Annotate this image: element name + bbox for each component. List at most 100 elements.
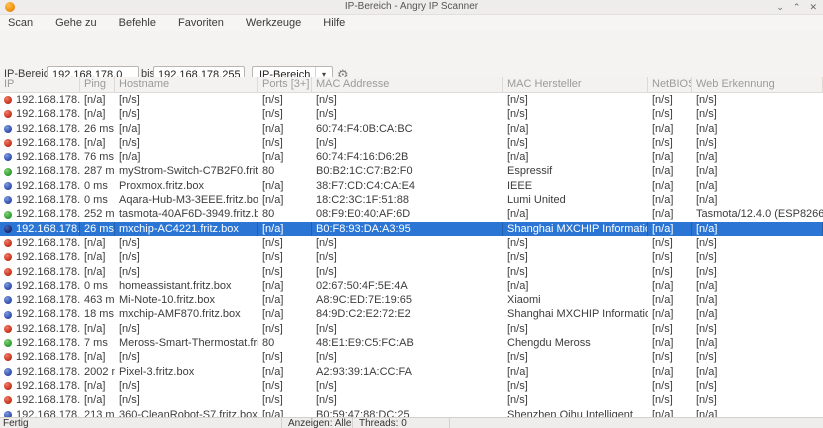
column-header-ip[interactable]: IP bbox=[0, 77, 80, 92]
cell-netbios: [n/a] bbox=[648, 193, 692, 207]
cell-web: [n/a] bbox=[692, 193, 823, 207]
column-header-vendor[interactable]: MAC Hersteller bbox=[503, 77, 648, 92]
cell-ip: 192.168.178.118 bbox=[0, 122, 80, 136]
cell-ports: [n/a] bbox=[258, 222, 312, 236]
cell-ports: [n/s] bbox=[258, 393, 312, 407]
cell-ports: [n/s] bbox=[258, 236, 312, 250]
table-row[interactable]: 192.168.178.128[n/a][n/s][n/s][n/s][n/s]… bbox=[0, 265, 823, 279]
column-header-ping[interactable]: Ping bbox=[80, 77, 115, 92]
table-row[interactable]: 192.168.178.127[n/a][n/s][n/s][n/s][n/s]… bbox=[0, 250, 823, 264]
cell-web: [n/s] bbox=[692, 393, 823, 407]
cell-hostname: [n/s] bbox=[115, 236, 258, 250]
table-row[interactable]: 192.168.178.1220 msProxmox.fritz.box[n/a… bbox=[0, 179, 823, 193]
column-header-web[interactable]: Web Erkennung bbox=[692, 77, 823, 92]
menu-item-favorites[interactable]: Favoriten bbox=[178, 17, 224, 29]
column-header-mac[interactable]: MAC Addresse bbox=[312, 77, 503, 92]
cell-netbios: [n/s] bbox=[648, 250, 692, 264]
cell-netbios: [n/a] bbox=[648, 336, 692, 350]
column-header-netbios[interactable]: NetBIOS Info bbox=[648, 77, 692, 92]
cell-mac: B0:F8:93:DA:A3:95 bbox=[312, 222, 503, 236]
cell-ip: 192.168.178.126 bbox=[0, 236, 80, 250]
cell-netbios: [n/s] bbox=[648, 322, 692, 336]
table-row[interactable]: 192.168.178.11826 ms[n/a][n/a]60:74:F4:0… bbox=[0, 122, 823, 136]
cell-ip: 192.168.178.136 bbox=[0, 379, 80, 393]
cell-vendor: Shanghai MXCHIP Information bbox=[503, 307, 648, 321]
cell-vendor: [n/s] bbox=[503, 250, 648, 264]
table-header: IPPingHostnamePorts [3+]MAC AddresseMAC … bbox=[0, 77, 823, 93]
table-row[interactable]: 192.168.178.12526 msmxchip-AC4221.fritz.… bbox=[0, 222, 823, 236]
column-header-hostname[interactable]: Hostname bbox=[115, 77, 258, 92]
cell-vendor: [n/a] bbox=[503, 207, 648, 221]
cell-netbios: [n/s] bbox=[648, 350, 692, 364]
cell-mac: [n/s] bbox=[312, 379, 503, 393]
angry-ip-scanner-window: IP-Bereich - Angry IP Scanner ⌄ ⌃ ✕ Scan… bbox=[0, 0, 823, 428]
cell-ports: [n/s] bbox=[258, 136, 312, 150]
table-row[interactable]: 192.168.178.121287 msmyStrom-Switch-C7B2… bbox=[0, 164, 823, 178]
menu-item-commands[interactable]: Befehle bbox=[119, 17, 156, 29]
minimize-icon[interactable]: ⌄ bbox=[776, 0, 784, 14]
cell-mac: [n/s] bbox=[312, 322, 503, 336]
cell-ip: 192.168.178.127 bbox=[0, 250, 80, 264]
cell-mac: B0:59:47:88:DC:25 bbox=[312, 408, 503, 417]
host-status-icon bbox=[4, 353, 12, 361]
cell-web: [n/a] bbox=[692, 307, 823, 321]
cell-vendor: IEEE bbox=[503, 179, 648, 193]
table-row[interactable]: 192.168.178.12076 ms[n/a][n/a]60:74:F4:1… bbox=[0, 150, 823, 164]
host-status-icon bbox=[4, 211, 12, 219]
menu-item-help[interactable]: Hilfe bbox=[323, 17, 345, 29]
cell-vendor: [n/s] bbox=[503, 350, 648, 364]
cell-web: [n/s] bbox=[692, 322, 823, 336]
cell-ping: 26 ms bbox=[80, 122, 115, 136]
menu-item-goto[interactable]: Gehe zu bbox=[55, 17, 97, 29]
cell-ports: [n/s] bbox=[258, 93, 312, 107]
cell-hostname: [n/s] bbox=[115, 93, 258, 107]
cell-ip: 192.168.178.130 bbox=[0, 293, 80, 307]
cell-mac: [n/s] bbox=[312, 93, 503, 107]
table-row[interactable]: 192.168.178.116[n/a][n/s][n/s][n/s][n/s]… bbox=[0, 93, 823, 107]
cell-ip: 192.168.178.123 bbox=[0, 193, 80, 207]
cell-web: [n/s] bbox=[692, 350, 823, 364]
cell-ping: [n/a] bbox=[80, 393, 115, 407]
table-row[interactable]: 192.168.178.124252 mstasmota-40AF6D-3949… bbox=[0, 207, 823, 221]
cell-netbios: [n/a] bbox=[648, 207, 692, 221]
host-status-icon bbox=[4, 196, 12, 204]
close-icon[interactable]: ✕ bbox=[809, 0, 817, 14]
cell-ping: 213 ms bbox=[80, 408, 115, 417]
table-row[interactable]: 192.168.178.132[n/a][n/s][n/s][n/s][n/s]… bbox=[0, 322, 823, 336]
cell-ping: 0 ms bbox=[80, 279, 115, 293]
table-row[interactable]: 192.168.178.1352002 msPixel-3.fritz.box[… bbox=[0, 365, 823, 379]
table-row[interactable]: 192.168.178.136[n/a][n/s][n/s][n/s][n/s]… bbox=[0, 379, 823, 393]
table-row[interactable]: 192.168.178.117[n/a][n/s][n/s][n/s][n/s]… bbox=[0, 107, 823, 121]
cell-ping: [n/a] bbox=[80, 322, 115, 336]
table-row[interactable]: 192.168.178.130463 msMi-Note-10.fritz.bo… bbox=[0, 293, 823, 307]
table-row[interactable]: 192.168.178.119[n/a][n/s][n/s][n/s][n/s]… bbox=[0, 136, 823, 150]
table-row[interactable]: 192.168.178.1290 mshomeassistant.fritz.b… bbox=[0, 279, 823, 293]
cell-hostname: tasmota-40AF6D-3949.fritz.box bbox=[115, 207, 258, 221]
table-row[interactable]: 192.168.178.126[n/a][n/s][n/s][n/s][n/s]… bbox=[0, 236, 823, 250]
cell-vendor: [n/s] bbox=[503, 379, 648, 393]
table-row[interactable]: 192.168.178.13118 msmxchip-AMF870.fritz.… bbox=[0, 307, 823, 321]
cell-ping: 463 ms bbox=[80, 293, 115, 307]
cell-ping: 287 ms bbox=[80, 164, 115, 178]
cell-web: [n/s] bbox=[692, 136, 823, 150]
cell-ip: 192.168.178.121 bbox=[0, 164, 80, 178]
cell-mac: [n/s] bbox=[312, 350, 503, 364]
menu-item-scan[interactable]: Scan bbox=[8, 17, 33, 29]
table-row[interactable]: 192.168.178.134[n/a][n/s][n/s][n/s][n/s]… bbox=[0, 350, 823, 364]
column-header-ports[interactable]: Ports [3+] bbox=[258, 77, 312, 92]
table-row[interactable]: 192.168.178.1230 msAqara-Hub-M3-3EEE.fri… bbox=[0, 193, 823, 207]
cell-ip: 192.168.178.131 bbox=[0, 307, 80, 321]
cell-vendor: Xiaomi bbox=[503, 293, 648, 307]
table-row[interactable]: 192.168.178.1337 msMeross-Smart-Thermost… bbox=[0, 336, 823, 350]
titlebar: IP-Bereich - Angry IP Scanner ⌄ ⌃ ✕ bbox=[0, 0, 823, 15]
maximize-icon[interactable]: ⌃ bbox=[793, 0, 801, 14]
cell-ports: [n/s] bbox=[258, 322, 312, 336]
table-row[interactable]: 192.168.178.137[n/a][n/s][n/s][n/s][n/s]… bbox=[0, 393, 823, 407]
cell-mac: [n/s] bbox=[312, 250, 503, 264]
cell-ping: 18 ms bbox=[80, 307, 115, 321]
host-status-icon bbox=[4, 239, 12, 247]
menu-item-tools[interactable]: Werkzeuge bbox=[246, 17, 301, 29]
table-row[interactable]: 192.168.178.138213 ms360-CleanRobot-S7.f… bbox=[0, 408, 823, 417]
cell-mac: 60:74:F4:16:D6:2B bbox=[312, 150, 503, 164]
cell-mac: 38:F7:CD:C4:CA:E4 bbox=[312, 179, 503, 193]
